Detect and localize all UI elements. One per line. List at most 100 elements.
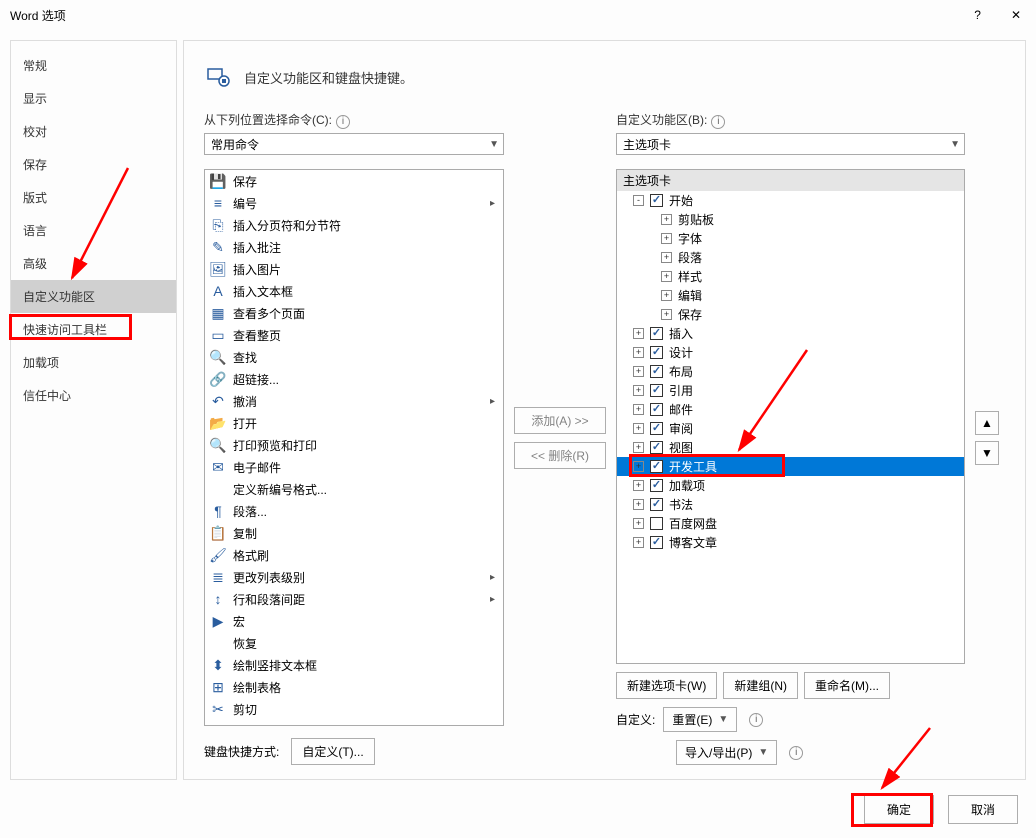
move-up-button[interactable]: ▲: [975, 411, 999, 435]
command-list-item[interactable]: ↕行和段落间距▸: [205, 588, 503, 610]
command-list-item[interactable]: 定义新编号格式...: [205, 478, 503, 500]
customize-keyboard-button[interactable]: 自定义(T)...: [291, 738, 374, 765]
command-list-item[interactable]: ✎插入批注: [205, 236, 503, 258]
expand-toggle[interactable]: +: [633, 366, 644, 377]
tree-item[interactable]: +邮件: [617, 400, 964, 419]
sidebar-item[interactable]: 高级: [11, 247, 176, 280]
command-list-item[interactable]: 🖼插入图片: [205, 258, 503, 280]
remove-button[interactable]: << 删除(R): [514, 442, 606, 469]
sidebar-item[interactable]: 版式: [11, 181, 176, 214]
sidebar-item[interactable]: 快速访问工具栏: [11, 313, 176, 346]
new-tab-button[interactable]: 新建选项卡(W): [616, 672, 717, 699]
tree-item[interactable]: +插入: [617, 324, 964, 343]
tree-item[interactable]: -开始: [617, 191, 964, 210]
tree-item[interactable]: +编辑: [617, 286, 964, 305]
cancel-button[interactable]: 取消: [948, 795, 1018, 824]
expand-toggle[interactable]: +: [633, 480, 644, 491]
sidebar-item[interactable]: 语言: [11, 214, 176, 247]
command-list-item[interactable]: ✉电子邮件: [205, 456, 503, 478]
command-list-item[interactable]: ▭查看整页: [205, 324, 503, 346]
command-list-item[interactable]: ¶段落...: [205, 500, 503, 522]
expand-toggle[interactable]: +: [661, 290, 672, 301]
tree-item[interactable]: +审阅: [617, 419, 964, 438]
expand-toggle[interactable]: +: [633, 461, 644, 472]
sidebar-item[interactable]: 加载项: [11, 346, 176, 379]
import-export-button[interactable]: 导入/导出(P)▼: [676, 740, 777, 765]
tree-checkbox[interactable]: [650, 346, 663, 359]
command-list-item[interactable]: ⎘插入分页符和分节符: [205, 214, 503, 236]
tree-item[interactable]: +加载项: [617, 476, 964, 495]
command-list-item[interactable]: 🖌格式刷: [205, 544, 503, 566]
sidebar-item[interactable]: 自定义功能区: [11, 280, 176, 313]
expand-toggle[interactable]: +: [661, 252, 672, 263]
tree-item[interactable]: +书法: [617, 495, 964, 514]
expand-toggle[interactable]: +: [633, 347, 644, 358]
expand-toggle[interactable]: +: [633, 385, 644, 396]
sidebar-item[interactable]: 显示: [11, 82, 176, 115]
sidebar-item[interactable]: 保存: [11, 148, 176, 181]
expand-toggle[interactable]: +: [661, 309, 672, 320]
command-list-item[interactable]: 🔍查找: [205, 346, 503, 368]
close-button[interactable]: ✕: [1006, 8, 1026, 22]
expand-toggle[interactable]: +: [633, 328, 644, 339]
tree-item[interactable]: +开发工具: [617, 457, 964, 476]
command-list-item[interactable]: ▦查看多个页面: [205, 302, 503, 324]
tree-item[interactable]: +布局: [617, 362, 964, 381]
expand-toggle[interactable]: +: [661, 271, 672, 282]
command-list-item[interactable]: 恢复: [205, 632, 503, 654]
command-list-item[interactable]: A插入文本框: [205, 280, 503, 302]
sidebar-item[interactable]: 常规: [11, 49, 176, 82]
expand-toggle[interactable]: +: [661, 233, 672, 244]
tree-checkbox[interactable]: [650, 498, 663, 511]
tree-item[interactable]: +百度网盘: [617, 514, 964, 533]
expand-toggle[interactable]: +: [633, 423, 644, 434]
command-list-item[interactable]: ≣更改列表级别▸: [205, 566, 503, 588]
commands-source-dropdown[interactable]: 常用命令 ▼: [204, 133, 504, 155]
tree-item[interactable]: +设计: [617, 343, 964, 362]
new-group-button[interactable]: 新建组(N): [723, 672, 798, 699]
command-list-item[interactable]: ≡编号▸: [205, 192, 503, 214]
tree-item[interactable]: +段落: [617, 248, 964, 267]
tree-checkbox[interactable]: [650, 422, 663, 435]
sidebar-item[interactable]: 信任中心: [11, 379, 176, 412]
tree-item[interactable]: +博客文章: [617, 533, 964, 552]
tree-checkbox[interactable]: [650, 403, 663, 416]
reset-button[interactable]: 重置(E)▼: [663, 707, 737, 732]
tree-checkbox[interactable]: [650, 517, 663, 530]
expand-toggle[interactable]: -: [633, 195, 644, 206]
expand-toggle[interactable]: +: [633, 404, 644, 415]
ok-button[interactable]: 确定: [864, 795, 934, 824]
help-button[interactable]: ?: [969, 8, 986, 22]
tree-checkbox[interactable]: [650, 460, 663, 473]
tree-item[interactable]: +样式: [617, 267, 964, 286]
command-list-item[interactable]: 📋复制: [205, 522, 503, 544]
command-list-item[interactable]: 💾保存: [205, 170, 503, 192]
sidebar-item[interactable]: 校对: [11, 115, 176, 148]
tree-checkbox[interactable]: [650, 536, 663, 549]
command-list-item[interactable]: ↶撤消▸: [205, 390, 503, 412]
tree-checkbox[interactable]: [650, 327, 663, 340]
tree-checkbox[interactable]: [650, 365, 663, 378]
tree-item[interactable]: +视图: [617, 438, 964, 457]
tree-checkbox[interactable]: [650, 194, 663, 207]
commands-listbox[interactable]: 💾保存≡编号▸⎘插入分页符和分节符✎插入批注🖼插入图片A插入文本框▦查看多个页面…: [204, 169, 504, 726]
tree-item[interactable]: +引用: [617, 381, 964, 400]
command-list-item[interactable]: ✂剪切: [205, 698, 503, 720]
expand-toggle[interactable]: +: [633, 499, 644, 510]
add-button[interactable]: 添加(A) >>: [514, 407, 606, 434]
tree-checkbox[interactable]: [650, 441, 663, 454]
command-list-item[interactable]: ⊞绘制表格: [205, 676, 503, 698]
command-list-item[interactable]: ⬍绘制竖排文本框: [205, 654, 503, 676]
command-list-item[interactable]: 🔍打印预览和打印: [205, 434, 503, 456]
expand-toggle[interactable]: +: [633, 537, 644, 548]
tree-checkbox[interactable]: [650, 384, 663, 397]
command-list-item[interactable]: ▶宏: [205, 610, 503, 632]
rename-button[interactable]: 重命名(M)...: [804, 672, 890, 699]
command-list-item[interactable]: 📂打开: [205, 412, 503, 434]
ribbon-tree[interactable]: 主选项卡-开始+剪贴板+字体+段落+样式+编辑+保存+插入+设计+布局+引用+邮…: [616, 169, 965, 664]
expand-toggle[interactable]: +: [633, 518, 644, 529]
expand-toggle[interactable]: +: [633, 442, 644, 453]
tree-item[interactable]: +保存: [617, 305, 964, 324]
ribbon-tabs-dropdown[interactable]: 主选项卡 ▼: [616, 133, 965, 155]
move-down-button[interactable]: ▼: [975, 441, 999, 465]
